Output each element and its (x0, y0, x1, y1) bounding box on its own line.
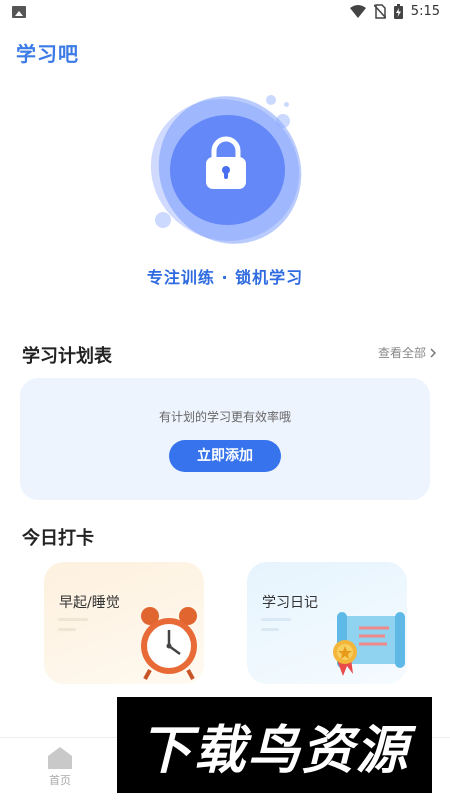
hero-illustration (127, 70, 329, 270)
decor-line (261, 628, 279, 631)
hero-dot (276, 114, 290, 128)
image-icon (12, 6, 26, 18)
wake-sleep-label: 早起/睡觉 (59, 595, 120, 611)
hero-dot (284, 102, 289, 107)
no-sim-icon (373, 4, 386, 19)
add-plan-button[interactable]: 立即添加 (169, 440, 281, 472)
lock-icon[interactable] (203, 135, 249, 191)
wifi-icon (349, 4, 366, 18)
wake-sleep-card[interactable]: 早起/睡觉 (44, 562, 204, 684)
study-diary-card[interactable]: 学习日记 (247, 562, 407, 684)
chevron-right-icon (430, 347, 436, 358)
watermark-overlay: 下载鸟资源 (117, 697, 432, 793)
hero-dot (155, 212, 171, 228)
nav-item-home[interactable]: 首页 (40, 746, 80, 788)
decor-line (58, 618, 88, 621)
decor-line (261, 618, 291, 621)
study-diary-label: 学习日记 (262, 595, 318, 611)
hero-dot (266, 95, 276, 105)
app-title: 学习吧 (16, 42, 79, 66)
hero-caption: 专注训练 · 锁机学习 (146, 268, 304, 287)
status-icons: 5:15 (349, 4, 440, 19)
alarm-clock-icon (141, 607, 197, 680)
home-icon (48, 747, 72, 769)
view-all-label: 查看全部 (377, 346, 426, 360)
checkin-section-title: 今日打卡 (22, 528, 94, 549)
status-time: 5:15 (410, 4, 440, 19)
status-bar: 5:15 (0, 0, 450, 26)
view-all-link[interactable]: 查看全部 (378, 344, 436, 361)
certificate-scroll-icon (333, 612, 405, 676)
plan-hint: 有计划的学习更有效率哦 (158, 410, 291, 424)
plan-card: 有计划的学习更有效率哦 立即添加 (20, 378, 430, 500)
watermark-text: 下载鸟资源 (139, 720, 410, 781)
nav-item-home-label: 首页 (49, 774, 71, 787)
battery-charging-icon (393, 4, 403, 19)
plan-section-title: 学习计划表 (22, 346, 112, 367)
decor-line (58, 628, 76, 631)
